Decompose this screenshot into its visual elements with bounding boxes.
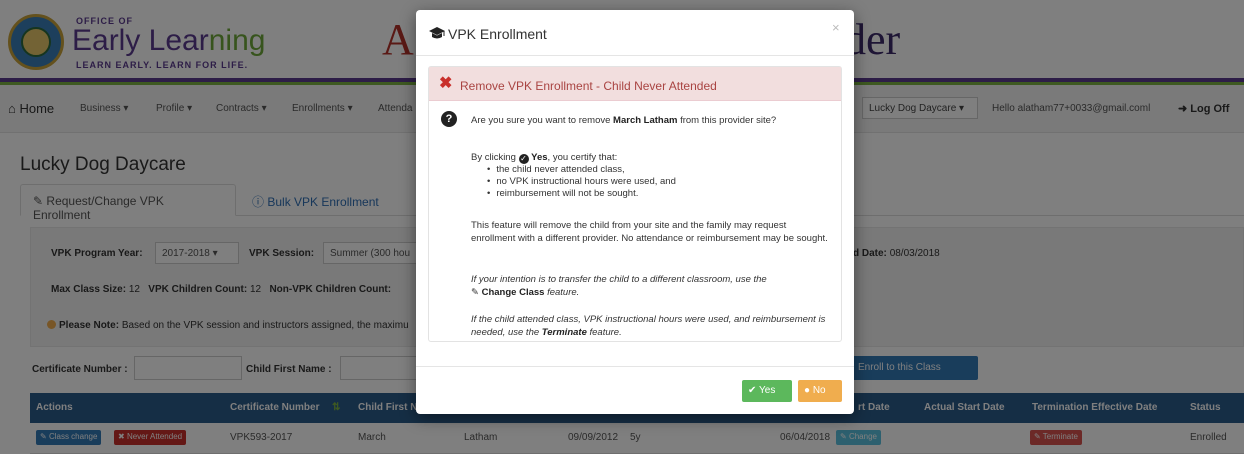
modal-header: VPK Enrollment × <box>416 10 854 56</box>
no-button[interactable]: ● No <box>798 380 842 402</box>
alert-title: Remove VPK Enrollment - Child Never Atte… <box>460 79 717 93</box>
close-icon[interactable]: × <box>832 20 840 35</box>
check-circle-icon: ✔ <box>748 385 757 396</box>
alert-header: ✖ Remove VPK Enrollment - Child Never At… <box>429 67 841 101</box>
question-circle-icon: ? <box>441 111 457 127</box>
feature-description: This feature will remove the child from … <box>471 220 828 244</box>
certify-list: the child never attended class, no VPK i… <box>487 164 817 200</box>
check-circle-icon: ✓ <box>518 154 529 164</box>
certify-item: no VPK instructional hours were used, an… <box>487 176 817 188</box>
x-mark-icon: ✖ <box>439 75 453 92</box>
certify-text: By clicking ✓ Yes, you certify that: <box>471 152 618 164</box>
transfer-note: If your intention is to transfer the chi… <box>471 274 767 298</box>
edit-icon: ✎ <box>471 287 479 298</box>
vpk-enrollment-modal: VPK Enrollment × ✖ Remove VPK Enrollment… <box>416 10 854 414</box>
modal-title: VPK Enrollment <box>448 26 547 42</box>
certify-item: reimbursement will not be sought. <box>487 188 817 200</box>
remove-enrollment-alert: ✖ Remove VPK Enrollment - Child Never At… <box>428 66 842 342</box>
yes-button[interactable]: ✔ Yes <box>742 380 792 402</box>
confirm-question: Are you sure you want to remove March La… <box>471 115 777 126</box>
terminate-note: If the child attended class, VPK instruc… <box>471 314 826 338</box>
ban-circle-icon: ● <box>804 385 811 396</box>
certify-item: the child never attended class, <box>487 164 817 176</box>
modal-footer: ✔ Yes ● No <box>416 366 854 414</box>
graduation-cap-icon <box>429 27 445 39</box>
